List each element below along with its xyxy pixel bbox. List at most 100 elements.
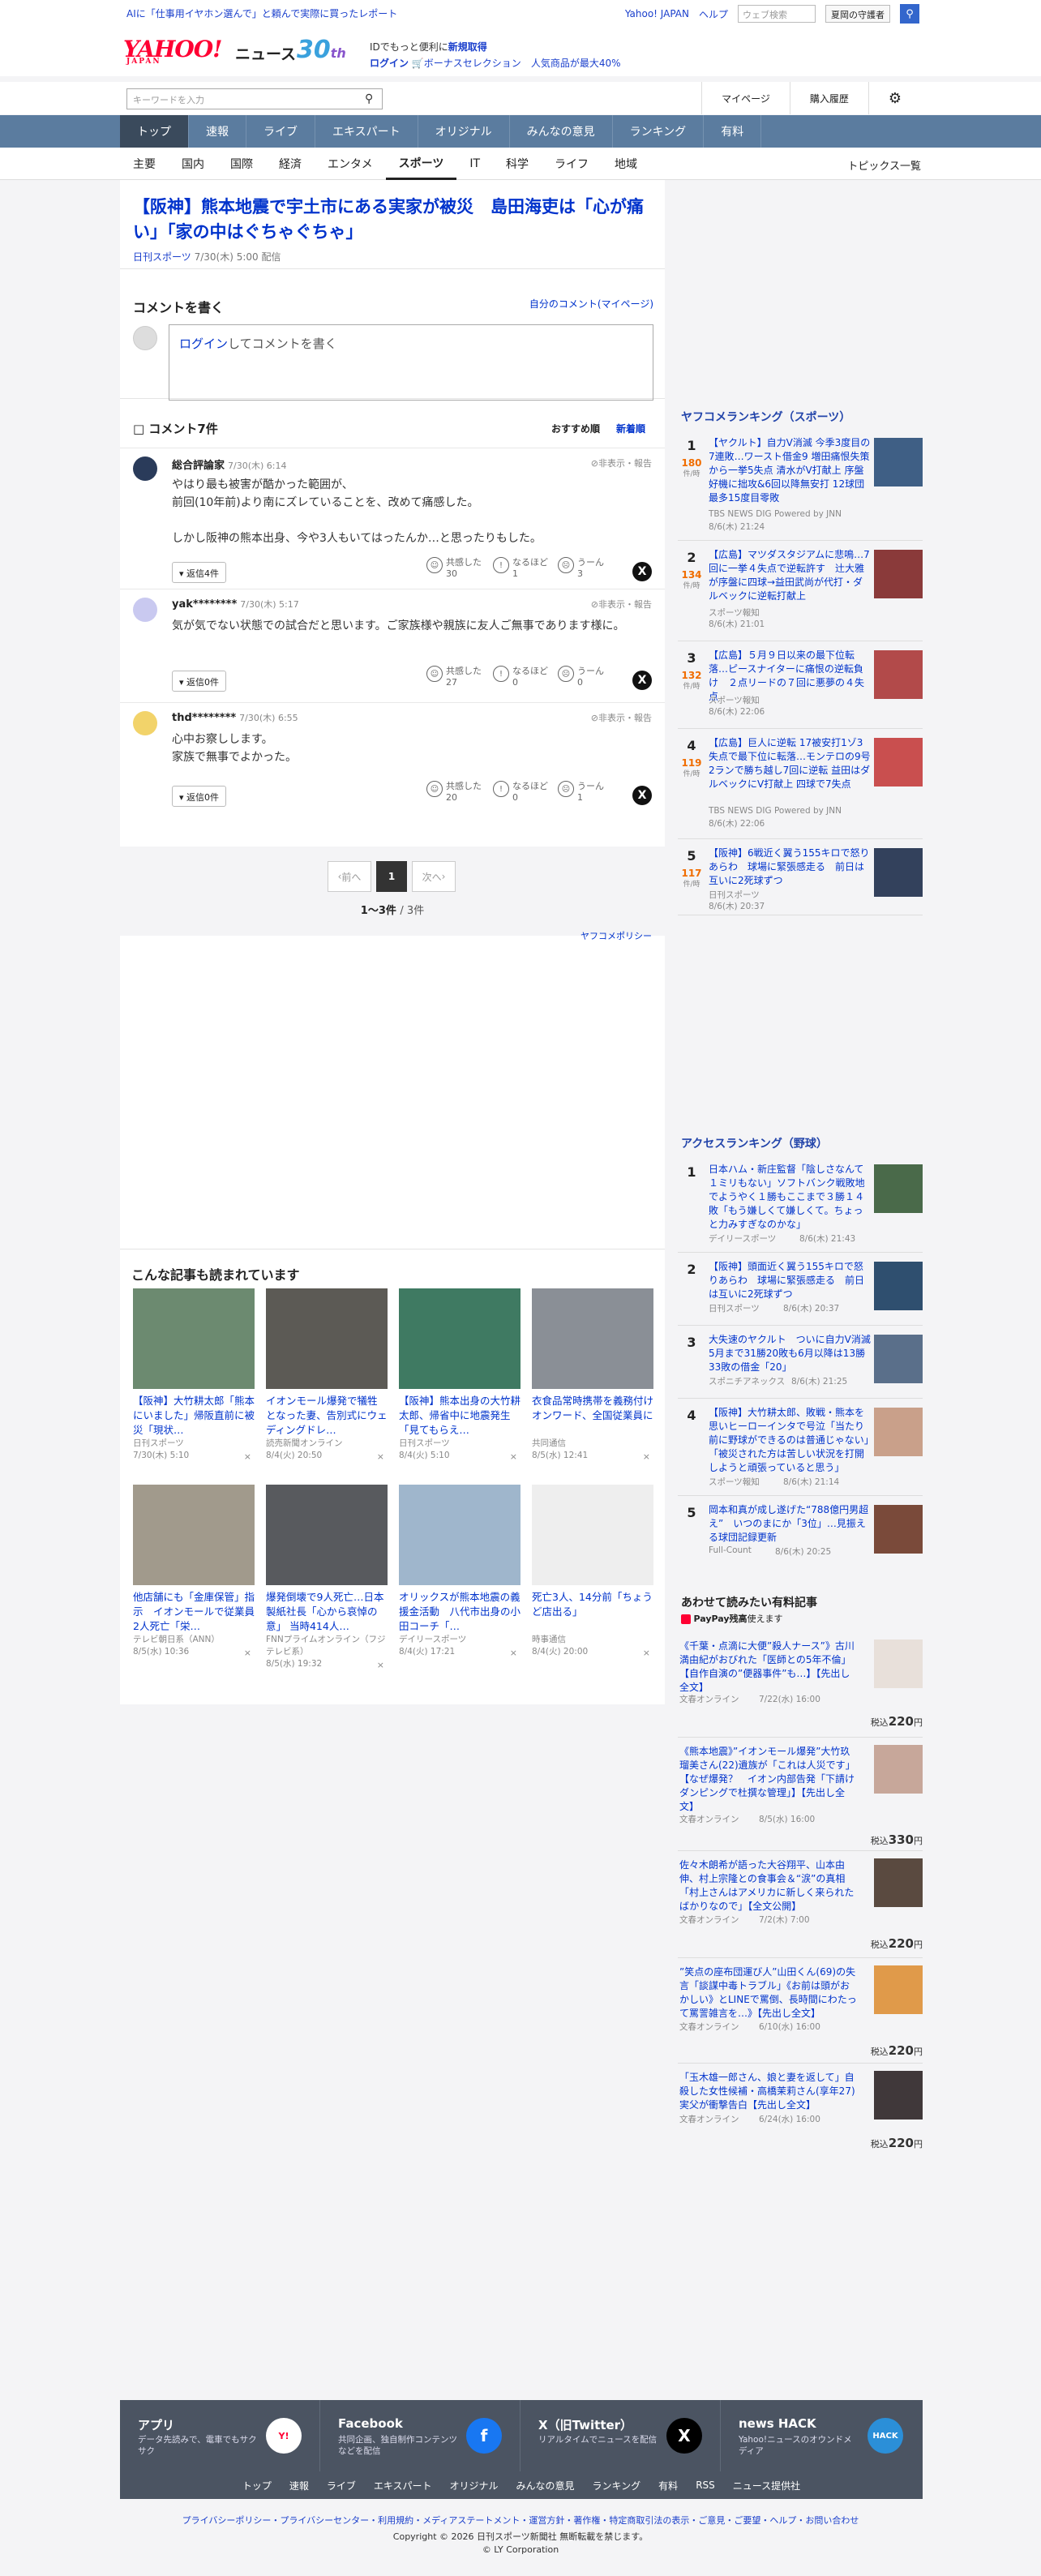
ranking-item[interactable]: 3 132 件/時 【広島】５月９日以来の最下位転落…ピースナイターに痛恨の逆転負け …	[678, 645, 923, 722]
paid-article[interactable]: ”笑点の座布団運び人”山田くん(69)の失言「談謀中毒トラブル」《お前は頭がおか…	[678, 1962, 923, 2060]
sort-recommended[interactable]: おすすめ順	[551, 422, 600, 435]
doubt-reaction[interactable]: ☹ うーん 3	[558, 555, 604, 579]
footer-link[interactable]: みんなの意見	[516, 2479, 575, 2492]
insight-reaction[interactable]: ! なるほど 0	[493, 779, 548, 803]
yahoo-logo[interactable]: YAHOO! JAPAN	[123, 36, 222, 66]
footer-link[interactable]: ライブ	[327, 2479, 356, 2492]
ranking-item[interactable]: 4 【阪神】大竹耕太郎、敗戦・熊本を思いヒーローインタで号泣「当たり前に野球ができ…	[678, 1403, 923, 1492]
nav-ranking[interactable]: ランキング	[613, 115, 705, 148]
nav-paid[interactable]: 有料	[704, 115, 762, 148]
doubt-reaction[interactable]: ☹ うーん 1	[558, 779, 604, 803]
doubt-reaction[interactable]: ☹ うーん 0	[558, 664, 604, 688]
bonus-link[interactable]: ボーナスセレクション	[424, 58, 521, 69]
empathy-reaction[interactable]: ☺ 共感した 27	[426, 664, 482, 688]
footer-x[interactable]: X（旧Twitter） リアルタイムでニュースを配信 X	[520, 2400, 721, 2471]
hide-report-link[interactable]: ⊘非表示・報告	[591, 598, 652, 611]
tab-domestic[interactable]: 国内	[169, 148, 217, 180]
help-link[interactable]: ヘルプ	[699, 7, 728, 21]
x-share-icon[interactable]: X	[632, 562, 652, 581]
comment-input[interactable]: ログインしてコメントを書く	[169, 324, 653, 401]
related-card[interactable]: 衣食品常時携帯を義務付け オンワード、全国従業員に 共同通信 8/5(水) 12:4…	[532, 1288, 653, 1462]
ranking-item[interactable]: 5 岡本和真が成し遂げた“788億円男超え” いつのまにか「3位」…見振える球団記…	[678, 1500, 923, 1560]
tab-main[interactable]: 主要	[120, 148, 169, 180]
related-card[interactable]: 【阪神】熊本出身の大竹耕太郎、帰省中に地震発生「見てもらえ… 日刊スポーツ 8/4(…	[399, 1288, 520, 1462]
paid-article[interactable]: 《千葉・点滴に大便”殺人ナース”》古川満由紀がおびれた「医師との5年不倫」【自作…	[678, 1636, 923, 1734]
paid-article[interactable]: 《熊本地震》”イオンモール爆発”大竹玖瑠美さん(22)遺族が「これは人災です」【…	[678, 1742, 923, 1847]
tab-it[interactable]: IT	[456, 148, 493, 180]
keyword-search-input[interactable]: キーワードを入力	[126, 88, 383, 109]
ranking-item[interactable]: 1 180 件/時 【ヤクルト】自力V消滅 今季3度目の7連敗…ワースト借金9 増田痛…	[678, 433, 923, 538]
sort-newest[interactable]: 新着順	[616, 422, 645, 435]
ranking-item[interactable]: 2 134 件/時 【広島】マツダスタジアムに悲鳴…7回に一挙４失点で逆転許す 辻大雅…	[678, 545, 923, 634]
prev-page-button[interactable]: ‹ 前へ	[328, 861, 371, 892]
footer-legal-links[interactable]: プライバシーポリシー・プライバシーセンター・利用規約・メディアステートメント・運…	[0, 2514, 1041, 2527]
nav-live[interactable]: ライブ	[246, 115, 315, 148]
signup-link[interactable]: 新規取得	[448, 41, 487, 53]
empathy-reaction[interactable]: ☺ 共感した 30	[426, 555, 482, 579]
ranking-item[interactable]: 5 117 件/時 【阪神】6戦近く翼う155キロで怒りあらわ 球場に緊張感走る 前日…	[678, 843, 923, 916]
insight-reaction[interactable]: ! なるほど 1	[493, 555, 548, 579]
ranking-item[interactable]: 4 119 件/時 【広島】巨人に逆転 17被安打1ゾ3失点で最下位に転落…モンテロの…	[678, 733, 923, 835]
replies-button[interactable]: ▾ 返信0件	[172, 671, 227, 692]
next-page-button[interactable]: 次へ ›	[412, 861, 456, 892]
related-card[interactable]: 死亡3人、14分前「ちょうど店出る」 時事通信 8/4(火) 20:00 ×	[532, 1485, 653, 1658]
related-card[interactable]: イオンモール爆発で犠牲となった妻、告別式にウェディングドレ… 読売新聞オンライン 8…	[266, 1288, 388, 1462]
insight-reaction[interactable]: ! なるほど 0	[493, 664, 548, 688]
footer-link[interactable]: RSS	[696, 2480, 715, 2491]
hide-report-link[interactable]: ⊘非表示・報告	[591, 456, 652, 469]
x-share-icon[interactable]: X	[632, 786, 652, 805]
footer-app[interactable]: アプリ データ先読みで、電車でもサクサク Y!	[120, 2400, 320, 2471]
purchase-history-link[interactable]: 購入履歴	[789, 82, 868, 114]
search-icon[interactable]: ⚲	[365, 92, 373, 105]
tab-sports[interactable]: スポーツ	[385, 148, 457, 180]
comment-policy-link[interactable]: ヤフコメポリシー	[580, 929, 652, 942]
ranking-item[interactable]: 2 【阪神】頭面近く翼う155キロで怒りあらわ 球場に緊張感走る 前日は互いに2死…	[678, 1257, 923, 1322]
empathy-reaction[interactable]: ☺ 共感した 20	[426, 779, 482, 803]
footer-newshack[interactable]: news HACK Yahoo!ニュースのオウンドメディア HACK	[721, 2400, 921, 2471]
tab-science[interactable]: 科学	[493, 148, 542, 180]
web-search-input[interactable]: ウェブ検索	[738, 5, 816, 23]
mypage-link[interactable]: マイページ	[701, 82, 790, 114]
related-card[interactable]: 爆発倒壊で9人死亡…日本製紙社長「心から哀悼の意」 当時414人… FNNプライム…	[266, 1485, 388, 1670]
tab-economy[interactable]: 経済	[266, 148, 315, 180]
footer-link[interactable]: トップ	[242, 2479, 272, 2492]
footer-link[interactable]: オリジナル	[450, 2479, 499, 2492]
article-title[interactable]: 【阪神】熊本地震で宇土市にある実家が被災 島田海吏は「心が痛い」「家の中はぐちゃ…	[133, 195, 652, 245]
top-ad-link[interactable]: AIに「仕事用イヤホン選んで」と頼んで実際に買ったレポート	[126, 6, 397, 20]
related-card[interactable]: 【阪神】大竹耕太郎「熊本にいました」帰阪直前に被災「現状… 日刊スポーツ 7/30(…	[133, 1288, 255, 1462]
footer-facebook[interactable]: Facebook 共同企画、独自制作コンテンツなどを配信 f	[320, 2400, 520, 2471]
paid-article[interactable]: 「玉木雄一郎さん、娘と妻を返して」自殺した女性候補・高橋茉莉さん(享年27)実父…	[678, 2068, 923, 2150]
search-icon[interactable]: ⚲	[900, 4, 919, 24]
nav-top[interactable]: トップ	[120, 115, 189, 148]
footer-link[interactable]: エキスパート	[374, 2479, 432, 2492]
topics-list-link[interactable]: トピックス一覧	[847, 157, 921, 173]
trend-button[interactable]: 夏岡の守護者	[825, 5, 890, 23]
tab-world[interactable]: 国際	[217, 148, 266, 180]
related-card[interactable]: 他店舗にも「金庫保管」指示 イオンモールで従業員2人死亡「栄… テレビ朝日系（AN…	[133, 1485, 255, 1658]
my-comments-link[interactable]: 自分のコメント(マイページ)	[529, 297, 653, 311]
paid-article[interactable]: 佐々木朗希が語った大谷翔平、山本由伸、村上宗隆との食事会＆“涙”の真相「村上さん…	[678, 1855, 923, 1952]
nav-expert[interactable]: エキスパート	[315, 115, 418, 148]
x-share-icon[interactable]: X	[632, 671, 652, 690]
hide-report-link[interactable]: ⊘非表示・報告	[591, 711, 652, 724]
related-card[interactable]: オリックスが熊本地震の義援金活動 八代市出身の小田コーチ「… デイリースポーツ 8/…	[399, 1485, 520, 1658]
ranking-item[interactable]: 1 日本ハム・新庄監督「陰しさなんて１ミリもない」ソフトバンク戦敗地でようやく１勝…	[678, 1159, 923, 1249]
gear-icon[interactable]: ⚙	[868, 82, 921, 114]
tab-region[interactable]: 地域	[602, 148, 650, 180]
footer-link[interactable]: 速報	[289, 2479, 309, 2492]
yahoo-japan-link[interactable]: Yahoo! JAPAN	[625, 8, 689, 19]
nav-opinion[interactable]: みんなの意見	[510, 115, 613, 148]
login-link[interactable]: ログイン	[370, 58, 409, 69]
footer-link[interactable]: ニュース提供社	[733, 2479, 800, 2492]
nav-original[interactable]: オリジナル	[418, 115, 510, 148]
tab-entertainment[interactable]: エンタメ	[315, 148, 386, 180]
footer-link[interactable]: ランキング	[593, 2479, 641, 2492]
tab-life[interactable]: ライフ	[542, 148, 602, 180]
page-1-button[interactable]: 1	[376, 861, 407, 892]
article-source[interactable]: 日刊スポーツ	[133, 251, 191, 263]
ranking-item[interactable]: 3 大失速のヤクルト ついに自力V消滅 5月まで31勝20敗も6月以降は13勝33…	[678, 1330, 923, 1395]
footer-link[interactable]: 有料	[658, 2479, 678, 2492]
nav-breaking[interactable]: 速報	[189, 115, 246, 148]
replies-button[interactable]: ▾ 返信0件	[172, 786, 227, 807]
replies-button[interactable]: ▾ 返信4件	[172, 562, 227, 583]
